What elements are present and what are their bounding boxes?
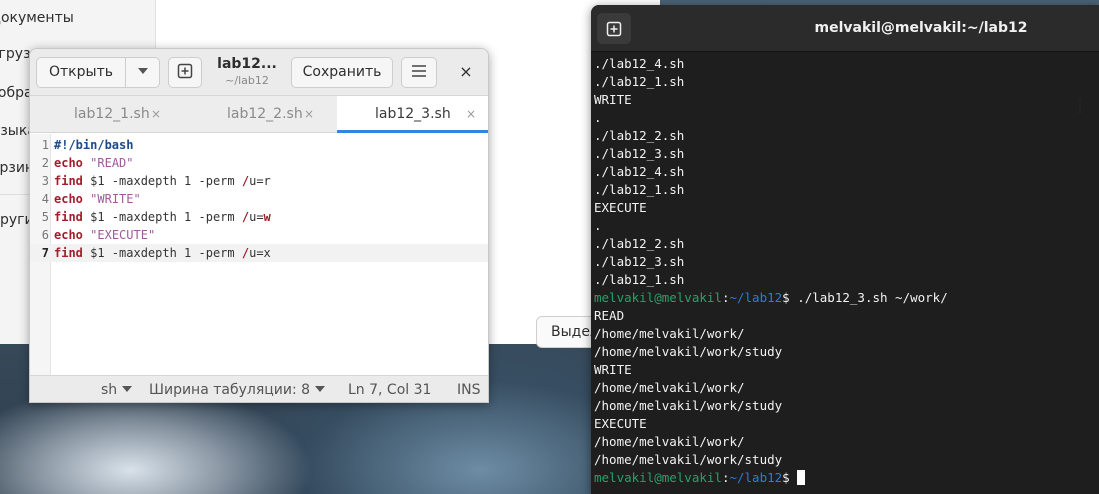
tab-label: lab12_1.sh — [74, 106, 150, 122]
tab-label: lab12_3.sh — [375, 106, 451, 122]
code-line[interactable]: 5 find $1 -maxdepth 1 -perm /u=w — [30, 208, 488, 226]
editor-headerbar: Открыть lab12... ~/lab12 Сохранить × — [30, 49, 488, 96]
terminal-output-line: /home/melvakil/work/study — [594, 344, 783, 359]
document-tabs: lab12_1.sh × lab12_2.sh × lab12_3.sh × — [30, 96, 488, 133]
terminal-output-line: ./lab12_1.sh — [594, 272, 685, 287]
prompt-path: ~/lab12 — [729, 290, 783, 305]
terminal-output-line: /home/melvakil/work/ — [594, 380, 745, 395]
tab-close-icon[interactable]: × — [466, 96, 476, 132]
chevron-down-icon — [137, 68, 148, 74]
code-editor-area[interactable]: 1 #!/bin/bash 2 echo "READ" 3 find $1 -maxdep… — [30, 134, 488, 375]
terminal-output-line: ./lab12_1.sh — [594, 182, 685, 197]
save-button[interactable]: Сохранить — [291, 57, 393, 88]
line-number: 7 — [41, 246, 49, 260]
code-text: echo "EXECUTE" — [54, 228, 156, 242]
line-number: 5 — [41, 210, 49, 224]
line-number: 4 — [41, 192, 49, 206]
language-label: sh — [101, 382, 118, 398]
window-title: lab12... ~/lab12 — [210, 55, 284, 89]
document-title: lab12... — [217, 56, 277, 72]
code-line[interactable]: 2 echo "READ" — [30, 154, 488, 172]
prompt-command: $ ./lab12_3.sh ~/work/ — [782, 290, 948, 305]
terminal-output-line: ./lab12_1.sh — [594, 74, 685, 89]
code-line[interactable]: 4 echo "WRITE" — [30, 190, 488, 208]
line-number: 3 — [41, 174, 49, 188]
hamburger-menu-icon — [412, 65, 426, 77]
document-path: ~/lab12 — [225, 74, 269, 87]
tab-lab12-3[interactable]: lab12_3.sh × — [337, 96, 488, 133]
terminal-window: melvakil@melvakil:~/lab12 ./lab12_4.sh ./… — [591, 5, 1099, 494]
code-line[interactable]: 7 find $1 -maxdepth 1 -perm /u=x — [30, 244, 488, 262]
insert-mode: INS — [457, 382, 481, 398]
terminal-headerbar: melvakil@melvakil:~/lab12 — [591, 5, 1099, 52]
new-tab-icon — [177, 63, 193, 79]
code-text: #!/bin/bash — [54, 138, 134, 152]
terminal-output[interactable]: ./lab12_4.sh ./lab12_1.sh WRITE. ./lab12_2.… — [594, 55, 1094, 491]
main-menu-button[interactable] — [401, 57, 437, 88]
prompt-user: melvakil@melvakil — [594, 470, 722, 485]
terminal-output-line: WRITE — [594, 362, 632, 377]
close-icon: × — [459, 62, 473, 81]
terminal-cursor — [796, 470, 805, 485]
tab-width-label: Ширина табуляции: 8 — [149, 382, 311, 398]
terminal-output-line: . — [594, 218, 602, 233]
code-text: find $1 -maxdepth 1 -perm /u=x — [54, 246, 271, 260]
tab-close-icon[interactable]: × — [151, 96, 161, 132]
terminal-output-line: /home/melvakil/work/ — [594, 326, 745, 341]
terminal-output-line: READ — [594, 308, 625, 323]
terminal-prompt-line: melvakil@melvakil:~/lab12$ — [594, 469, 805, 487]
code-line[interactable]: 6 echo "EXECUTE" — [30, 226, 488, 244]
language-selector[interactable]: sh — [101, 376, 133, 402]
code-text: echo "READ" — [54, 156, 134, 170]
terminal-output-line: ./lab12_3.sh — [594, 146, 685, 161]
tab-lab12-2[interactable]: lab12_2.sh × — [183, 96, 336, 133]
terminal-output-line: ./lab12_2.sh — [594, 128, 685, 143]
terminal-output-line: /home/melvakil/work/study — [594, 398, 783, 413]
chevron-down-icon — [315, 386, 326, 392]
terminal-output-line: WRITE — [594, 92, 632, 107]
sidebar-item-documents[interactable]: Документы — [0, 3, 156, 33]
terminal-output-line: ./lab12_2.sh — [594, 236, 685, 251]
terminal-output-line: /home/melvakil/work/study — [594, 452, 783, 467]
prompt-command: $ — [782, 470, 790, 485]
editor-statusbar: sh Ширина табуляции: 8 Ln 7, Col 31 INS — [30, 375, 488, 402]
tab-lab12-1[interactable]: lab12_1.sh × — [30, 96, 183, 133]
line-number: 2 — [41, 156, 49, 170]
terminal-output-line: . — [594, 110, 602, 125]
prompt-path: ~/lab12 — [729, 470, 783, 485]
terminal-prompt-line: melvakil@melvakil:~/lab12$ ./lab12_3.sh … — [594, 289, 948, 307]
line-number: 1 — [41, 138, 49, 152]
new-tab-icon — [606, 21, 622, 37]
code-line[interactable]: 3 find $1 -maxdepth 1 -perm /u=r — [30, 172, 488, 190]
code-text: find $1 -maxdepth 1 -perm /u=r — [54, 174, 271, 188]
sidebar-item-label: Документы — [0, 10, 74, 26]
open-button[interactable]: Открыть — [36, 57, 126, 88]
code-line[interactable]: 1 #!/bin/bash — [30, 136, 488, 154]
line-number: 6 — [41, 228, 49, 242]
close-window-button[interactable]: × — [455, 61, 477, 83]
code-text: find $1 -maxdepth 1 -perm /u=w — [54, 210, 271, 224]
code-text: echo "WRITE" — [54, 192, 141, 206]
tab-label: lab12_2.sh — [227, 106, 303, 122]
terminal-output-line: ./lab12_4.sh — [594, 164, 685, 179]
terminal-output-line: EXECUTE — [594, 416, 647, 431]
terminal-title: melvakil@melvakil:~/lab12 — [814, 20, 1028, 36]
tab-width-selector[interactable]: Ширина табуляции: 8 — [149, 376, 326, 402]
chevron-down-icon — [122, 386, 133, 392]
open-dropdown-button[interactable] — [125, 57, 160, 88]
terminal-output-line: /home/melvakil/work/ — [594, 434, 745, 449]
terminal-output-line: ./lab12_3.sh — [594, 254, 685, 269]
cursor-position[interactable]: Ln 7, Col 31 — [348, 376, 431, 402]
new-tab-button[interactable] — [168, 57, 202, 88]
text-cursor-icon: I — [1076, 94, 1084, 118]
text-editor-window: Открыть lab12... ~/lab12 Сохранить × lab… — [29, 48, 489, 403]
terminal-output-line: EXECUTE — [594, 200, 647, 215]
terminal-output-line: ./lab12_4.sh — [594, 56, 685, 71]
prompt-user: melvakil@melvakil — [594, 290, 722, 305]
tab-close-icon[interactable]: × — [304, 96, 314, 132]
new-tab-button[interactable] — [597, 13, 631, 44]
